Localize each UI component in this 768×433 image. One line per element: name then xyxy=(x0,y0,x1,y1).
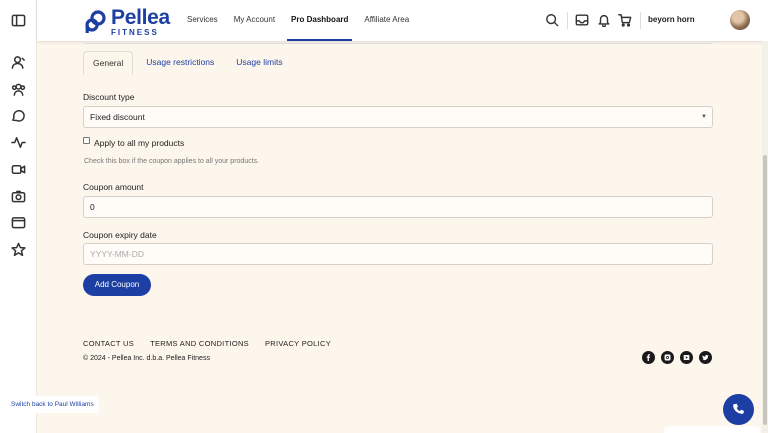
panel-toggle-icon[interactable] xyxy=(11,13,26,28)
main-nav: Services My Account Pro Dashboard Affili… xyxy=(187,0,425,41)
discount-type-value: Fixed discount xyxy=(90,112,145,122)
user-name[interactable]: beyorn horn xyxy=(648,15,695,24)
expiry-date-input[interactable]: YYYY-MM-DD xyxy=(83,243,713,265)
camera-icon[interactable] xyxy=(11,189,26,204)
users-icon[interactable] xyxy=(11,55,26,70)
avatar[interactable] xyxy=(730,10,750,30)
coupon-amount-input[interactable]: 0 xyxy=(83,196,713,218)
facebook-icon[interactable] xyxy=(642,351,655,364)
nav-pro-dashboard[interactable]: Pro Dashboard xyxy=(287,0,353,41)
page-scrollbar[interactable] xyxy=(762,41,768,433)
group-icon[interactable] xyxy=(11,82,26,97)
top-navbar: Pellea FITNESS Services My Account Pro D… xyxy=(37,0,768,41)
header-divider xyxy=(567,12,568,29)
panel-edge xyxy=(83,41,713,44)
left-sidebar xyxy=(0,0,37,433)
coupon-amount-label: Coupon amount xyxy=(83,182,144,192)
discount-type-select[interactable]: Fixed discount ▼ xyxy=(83,106,713,128)
footer-contact-link[interactable]: CONTACT US xyxy=(83,339,134,348)
expiry-date-label: Coupon expiry date xyxy=(83,230,157,240)
header-divider xyxy=(640,12,641,29)
call-button[interactable] xyxy=(723,394,754,425)
apply-all-label: Apply to all my products xyxy=(94,138,185,148)
apply-all-help: Check this box if the coupon applies to … xyxy=(84,158,260,165)
bell-icon[interactable] xyxy=(597,13,611,28)
star-icon[interactable] xyxy=(11,242,26,257)
folder-icon[interactable] xyxy=(11,215,26,230)
chat-icon[interactable] xyxy=(11,108,26,123)
tab-usage-restrictions[interactable]: Usage restrictions xyxy=(137,51,223,75)
inbox-icon[interactable] xyxy=(575,13,589,27)
tab-general[interactable]: General xyxy=(83,51,134,75)
footer-links: CONTACT US TERMS AND CONDITIONS PRIVACY … xyxy=(83,339,347,348)
footer-terms-link[interactable]: TERMS AND CONDITIONS xyxy=(150,339,249,348)
scrollbar-thumb[interactable] xyxy=(763,155,767,425)
copyright: © 2024 - Pellea Inc. d.b.a. Pellea Fitne… xyxy=(83,355,210,362)
coupon-tabs: General Usage restrictions Usage limits xyxy=(83,51,296,75)
search-icon[interactable] xyxy=(545,13,559,27)
nav-services[interactable]: Services xyxy=(187,0,218,41)
cart-icon[interactable] xyxy=(618,13,632,27)
brand-logo[interactable]: Pellea FITNESS xyxy=(85,7,170,37)
brand-sub: FITNESS xyxy=(111,28,159,37)
twitter-icon[interactable] xyxy=(699,351,712,364)
discount-type-label: Discount type xyxy=(83,92,135,102)
youtube-icon[interactable] xyxy=(680,351,693,364)
pellea-logo-icon xyxy=(85,10,106,33)
tab-usage-limits[interactable]: Usage limits xyxy=(227,51,291,75)
caret-down-icon: ▼ xyxy=(701,114,707,120)
phone-icon xyxy=(733,403,744,414)
apply-all-checkbox[interactable] xyxy=(83,137,90,144)
nav-affiliate-area[interactable]: Affiliate Area xyxy=(364,0,409,41)
footer-privacy-link[interactable]: PRIVACY POLICY xyxy=(265,339,331,348)
nav-my-account[interactable]: My Account xyxy=(234,0,275,41)
switch-back-link[interactable]: Switch back to Paul Williams xyxy=(6,396,99,413)
brand-name: Pellea xyxy=(111,6,170,29)
instagram-icon[interactable] xyxy=(661,351,674,364)
add-coupon-button[interactable]: Add Coupon xyxy=(83,274,151,296)
chat-widget-edge xyxy=(664,426,760,433)
video-icon[interactable] xyxy=(11,162,26,177)
activity-icon[interactable] xyxy=(11,135,26,150)
